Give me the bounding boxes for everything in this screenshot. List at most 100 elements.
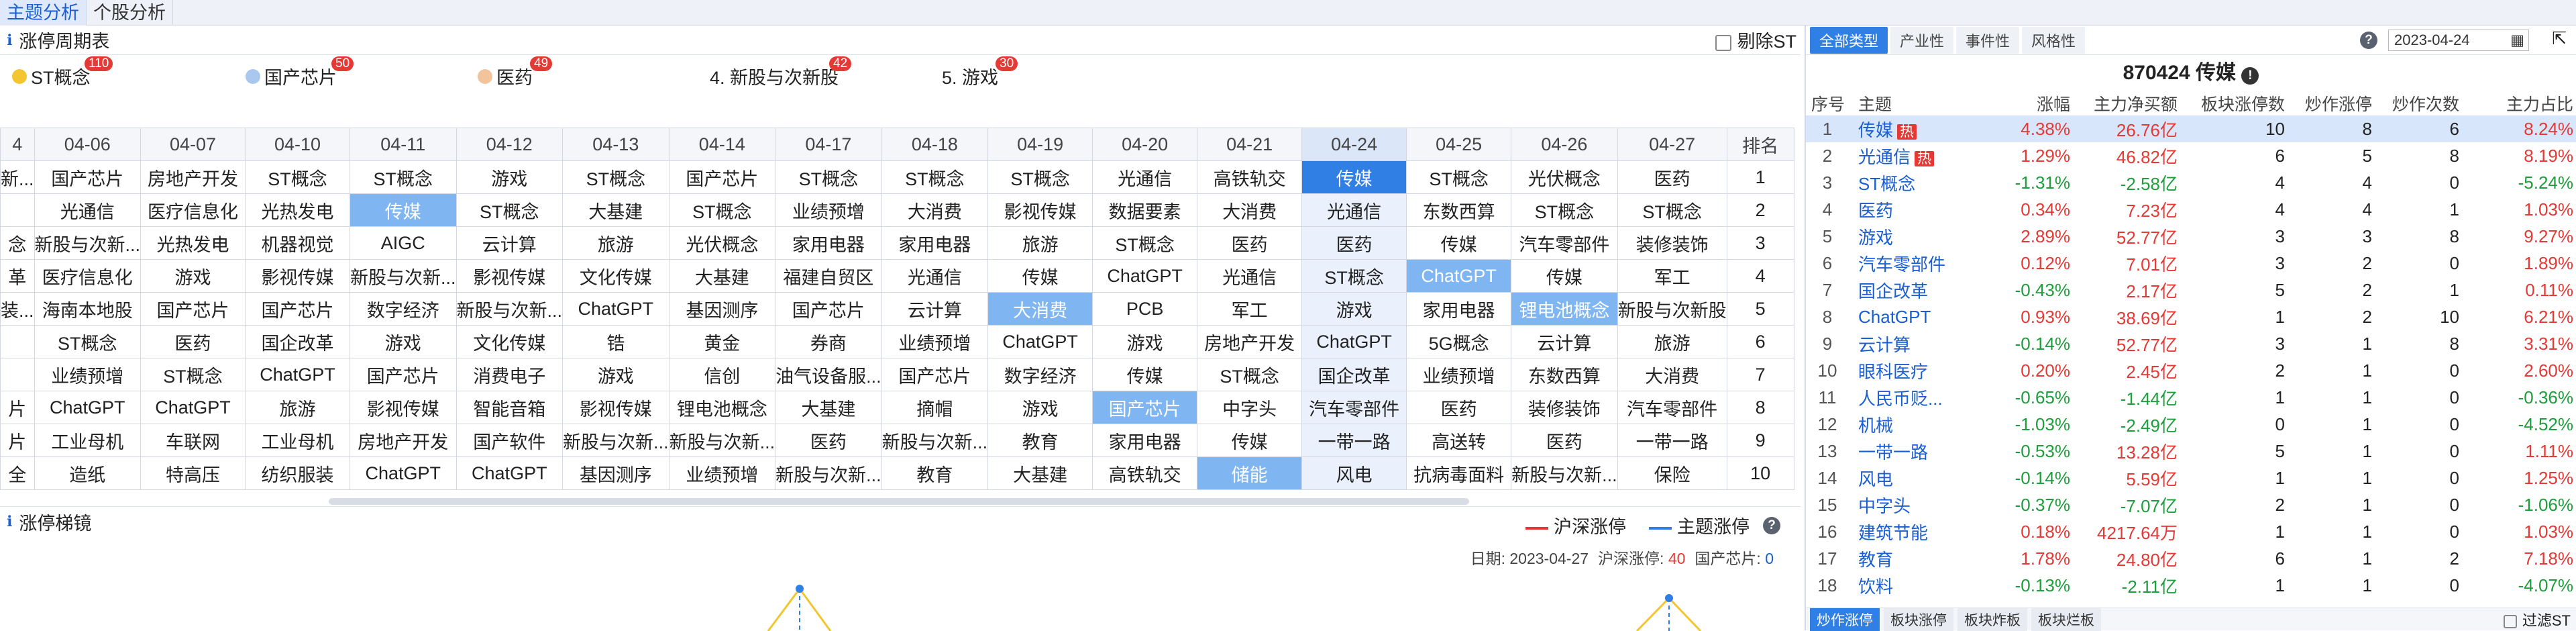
theme-cell[interactable]: 汽车零部件: [1617, 391, 1727, 424]
theme-cell[interactable]: 医药: [1617, 160, 1727, 194]
column-header[interactable]: 涨幅: [2000, 91, 2074, 115]
horizontal-scrollbar[interactable]: [329, 498, 1469, 505]
theme-cell[interactable]: 传媒: [1406, 226, 1512, 260]
help-icon[interactable]: ?: [2360, 32, 2377, 49]
theme-cell[interactable]: 影视传媒: [562, 391, 669, 424]
theme-cell[interactable]: 游戏: [1092, 325, 1198, 358]
theme-cell[interactable]: 新股与次新...: [562, 424, 669, 457]
theme-cell[interactable]: 医药: [1301, 226, 1407, 260]
theme-cell[interactable]: 光伏概念: [1511, 160, 1618, 194]
theme-cell[interactable]: ST概念: [1092, 226, 1198, 260]
theme-cell[interactable]: ChatGPT: [34, 391, 142, 424]
theme-cell[interactable]: 汽车零部件: [1511, 226, 1618, 260]
theme-row[interactable]: 14 风电 -0.14% 5.59亿 1 1 0 1.25%: [1806, 465, 2576, 491]
theme-cell[interactable]: 风电: [1301, 456, 1407, 490]
theme-cell[interactable]: 业绩预增: [881, 325, 989, 358]
theme-cell[interactable]: 造纸: [34, 456, 142, 490]
theme-cell[interactable]: ST概念: [881, 160, 989, 194]
theme-cell[interactable]: 大消费: [1197, 193, 1303, 227]
chart-point[interactable]: [1665, 594, 1673, 602]
theme-row[interactable]: 1 传媒热 4.38% 26.76亿 10 8 6 8.24%: [1806, 115, 2576, 142]
theme-cell[interactable]: ChatGPT: [140, 391, 246, 424]
theme-cell[interactable]: 国产软件: [455, 424, 564, 457]
theme-cell[interactable]: 东数西算: [1406, 193, 1512, 227]
theme-cell[interactable]: 装修装饰: [1617, 226, 1727, 260]
legend-item[interactable]: 医药 49: [478, 56, 553, 89]
theme-cell[interactable]: 信创: [668, 358, 776, 391]
theme-cell[interactable]: 大基建: [987, 456, 1093, 490]
theme-cell[interactable]: ChatGPT: [1406, 259, 1512, 293]
theme-cell[interactable]: 新股与次新...: [455, 292, 564, 326]
column-header[interactable]: 主题: [1853, 91, 2000, 115]
theme-row[interactable]: 8 ChatGPT 0.93% 38.69亿 1 2 10 6.21%: [1806, 303, 2576, 330]
theme-cell[interactable]: ST概念: [140, 358, 246, 391]
theme-cell[interactable]: 汽车零部件: [1301, 391, 1407, 424]
theme-row[interactable]: 11 人民币贬... -0.65% -1.44亿 1 1 0 -0.36%: [1806, 384, 2576, 411]
theme-cell[interactable]: 影视传媒: [350, 391, 457, 424]
theme-cell[interactable]: 大消费: [881, 193, 989, 227]
legend-item[interactable]: ST概念 110: [12, 56, 113, 89]
theme-cell[interactable]: 券商: [775, 325, 882, 358]
theme-cell[interactable]: 东数西算: [1511, 358, 1618, 391]
theme-cell[interactable]: 光通信: [1197, 259, 1303, 293]
theme-cell[interactable]: 教育: [881, 456, 989, 490]
theme-cell[interactable]: 工业母机: [34, 424, 142, 457]
theme-cell[interactable]: 医药: [1406, 391, 1512, 424]
theme-cell[interactable]: 旅游: [1617, 325, 1727, 358]
theme-cell[interactable]: 高铁轨交: [1197, 160, 1303, 194]
theme-cell[interactable]: 国产芯片: [34, 160, 142, 194]
theme-cell[interactable]: 医药: [1197, 226, 1303, 260]
theme-cell[interactable]: 国产芯片: [140, 292, 246, 326]
theme-cell[interactable]: ST概念: [1301, 259, 1407, 293]
theme-cell[interactable]: ST概念: [775, 160, 882, 194]
theme-cell[interactable]: 纺织服装: [245, 456, 351, 490]
theme-cell[interactable]: ST概念: [350, 160, 457, 194]
theme-cell[interactable]: 房地产开发: [140, 160, 246, 194]
theme-cell[interactable]: 游戏: [350, 325, 457, 358]
theme-cell[interactable]: 军工: [1197, 292, 1303, 326]
theme-cell[interactable]: 国产芯片: [245, 292, 351, 326]
theme-row[interactable]: 3 ST概念 -1.31% -2.58亿 4 4 0 -5.24%: [1806, 169, 2576, 196]
theme-cell[interactable]: 消费电子: [455, 358, 564, 391]
tab-sector-burst[interactable]: 板块炸板: [1957, 608, 2027, 631]
theme-cell[interactable]: ChatGPT: [350, 456, 457, 490]
info-icon[interactable]: !: [2241, 67, 2259, 85]
theme-cell[interactable]: ST概念: [245, 160, 351, 194]
popout-icon[interactable]: ⇱: [2552, 28, 2567, 49]
theme-cell[interactable]: 新股与次新...: [775, 456, 882, 490]
theme-cell[interactable]: ST概念: [1197, 358, 1303, 391]
theme-row[interactable]: 13 一带一路 -0.53% 13.28亿 5 1 0 1.11%: [1806, 438, 2576, 465]
theme-cell[interactable]: 数字经济: [987, 358, 1093, 391]
theme-cell[interactable]: ChatGPT: [455, 456, 564, 490]
theme-cell[interactable]: 光通信: [1092, 160, 1198, 194]
tab-theme-analysis[interactable]: 主题分析: [0, 0, 87, 26]
exclude-st-checkbox[interactable]: 剔除ST: [1715, 27, 1796, 53]
theme-cell[interactable]: 传媒: [1511, 259, 1618, 293]
theme-cell[interactable]: 教育: [987, 424, 1093, 457]
theme-cell[interactable]: 游戏: [562, 358, 669, 391]
theme-cell[interactable]: ChatGPT: [1301, 325, 1407, 358]
theme-cell[interactable]: ST概念: [987, 160, 1093, 194]
theme-cell[interactable]: 云计算: [455, 226, 564, 260]
theme-cell[interactable]: 国产芯片: [668, 160, 776, 194]
theme-cell[interactable]: 新股与次新...: [34, 226, 142, 260]
theme-cell[interactable]: 家用电器: [775, 226, 882, 260]
theme-row[interactable]: 12 机械 -1.03% -2.49亿 0 1 0 -4.52%: [1806, 411, 2576, 438]
column-header[interactable]: 板块涨停数: [2182, 91, 2289, 115]
column-header[interactable]: 主力净买额: [2074, 91, 2182, 115]
theme-row[interactable]: 9 云计算 -0.14% 52.77亿 3 1 8 3.31%: [1806, 330, 2576, 357]
theme-cell[interactable]: 游戏: [987, 391, 1093, 424]
theme-cell[interactable]: ChatGPT: [245, 358, 351, 391]
theme-row[interactable]: 6 汽车零部件 0.12% 7.01亿 3 2 0 1.89%: [1806, 250, 2576, 277]
theme-row[interactable]: 4 医药 0.34% 7.23亿 4 4 1 1.03%: [1806, 196, 2576, 223]
theme-cell[interactable]: 新股与次新...: [1511, 456, 1618, 490]
theme-cell[interactable]: 旅游: [987, 226, 1093, 260]
theme-cell[interactable]: ST概念: [1511, 193, 1618, 227]
theme-cell[interactable]: 新股与次新...: [881, 424, 989, 457]
theme-cell[interactable]: 数据要素: [1092, 193, 1198, 227]
theme-cell[interactable]: 大消费: [987, 292, 1093, 326]
theme-cell[interactable]: PCB: [1092, 292, 1198, 326]
theme-cell[interactable]: 大基建: [775, 391, 882, 424]
theme-cell[interactable]: 海南本地股: [34, 292, 142, 326]
theme-cell[interactable]: 房地产开发: [350, 424, 457, 457]
